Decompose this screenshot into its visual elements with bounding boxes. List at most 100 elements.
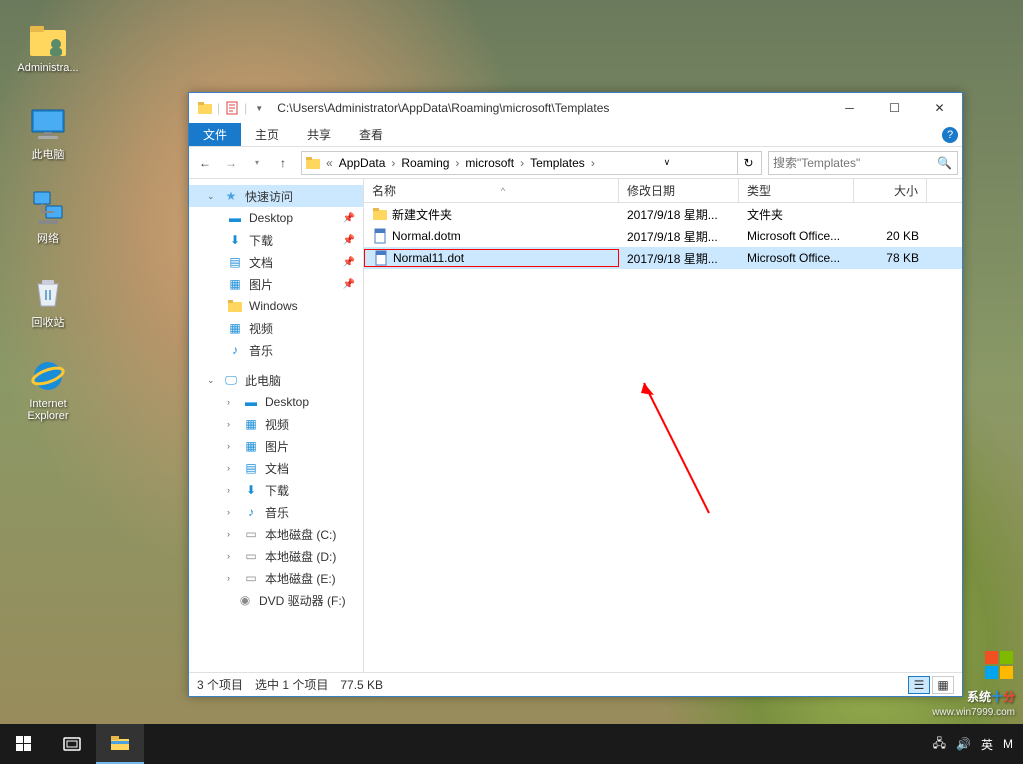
sidebar-item-documents[interactable]: ▤文档📌 [189,251,363,273]
tab-home[interactable]: 主页 [241,123,293,146]
collapse-icon[interactable]: ⌄ [207,191,217,202]
search-icon[interactable]: 🔍 [937,156,953,170]
sidebar-item-dvd[interactable]: ◉DVD 驱动器 (F:) [189,589,363,611]
expand-icon[interactable]: › [227,463,237,473]
file-date: 2017/9/18 星期... [619,250,739,267]
sidebar-item-downloads[interactable]: ›⬇下载 [189,479,363,501]
sidebar-item-windows[interactable]: Windows [189,295,363,317]
tab-share[interactable]: 共享 [293,123,345,146]
tray-volume-icon[interactable]: 🔊 [956,737,971,751]
column-size[interactable]: 大小 [854,179,927,202]
start-button[interactable] [0,724,48,764]
chevron-right-icon[interactable]: › [453,156,461,170]
expand-icon[interactable]: › [227,397,237,407]
desktop-icon-this-pc[interactable]: 此电脑 [10,104,86,174]
system-tray[interactable]: 🖧 🔊 英 M [933,734,1023,755]
pictures-icon: ▦ [227,276,243,292]
sidebar-item-disk-d[interactable]: ›▭本地磁盘 (D:) [189,545,363,567]
download-icon: ⬇ [227,232,243,248]
address-bar: ← → ▾ ↑ « AppData › Roaming › microsoft … [189,147,962,179]
file-row-dotm[interactable]: Normal.dotm 2017/9/18 星期... Microsoft Of… [364,225,962,247]
sidebar-this-pc[interactable]: ⌄ 🖵 此电脑 [189,369,363,391]
monitor-icon: 🖵 [223,372,239,388]
breadcrumb-seg[interactable]: Templates [526,156,589,170]
chevron-right-icon[interactable]: › [518,156,526,170]
column-name[interactable]: 名称^ [364,179,619,202]
desktop-icon-recycle-bin[interactable]: 回收站 [10,272,86,342]
collapse-icon[interactable]: ⌄ [207,375,217,386]
breadcrumb-seg[interactable]: microsoft [461,156,518,170]
expand-icon[interactable]: › [227,529,237,539]
sidebar-item-pictures[interactable]: ▦图片📌 [189,273,363,295]
close-button[interactable]: ✕ [917,93,962,123]
expand-icon[interactable]: › [227,441,237,451]
desktop-icon-network[interactable]: 网络 [10,188,86,258]
sidebar-item-disk-e[interactable]: ›▭本地磁盘 (E:) [189,567,363,589]
explorer-window: | | ▼ C:\Users\Administrator\AppData\Roa… [188,92,963,697]
desktop-icon-ie[interactable]: Internet Explorer [10,356,86,426]
back-button[interactable]: ← [193,151,217,175]
drive-icon: ▭ [243,548,259,564]
navigation-pane[interactable]: ⌄ ★ 快速访问 ▬Desktop📌 ⬇下载📌 ▤文档📌 ▦图片📌 Window… [189,179,364,672]
expand-icon[interactable]: › [227,485,237,495]
file-row-folder[interactable]: 新建文件夹 2017/9/18 星期... 文件夹 [364,203,962,225]
chevron-right-icon[interactable]: › [589,156,597,170]
sidebar-item-videos[interactable]: ›▦视频 [189,413,363,435]
status-selection-size: 77.5 KB [340,678,383,692]
file-rows[interactable]: 新建文件夹 2017/9/18 星期... 文件夹 Normal.dotm 20… [364,203,962,672]
word-template-icon [373,250,389,266]
minimize-button[interactable]: ─ [827,93,872,123]
qat-properties-icon[interactable] [222,98,242,118]
qat-dropdown-icon[interactable]: ▼ [249,98,269,118]
column-type[interactable]: 类型 [739,179,854,202]
addressbar-dropdown[interactable]: ∨ [656,152,678,174]
forward-button[interactable]: → [219,151,243,175]
tray-network-icon[interactable]: 🖧 [933,734,946,755]
tray-ime-mode[interactable]: M [1003,737,1013,751]
desktop-icon-administrator[interactable]: Administra... [10,20,86,90]
status-selection: 选中 1 个项目 [255,676,328,693]
titlebar[interactable]: | | ▼ C:\Users\Administrator\AppData\Roa… [189,93,962,123]
sidebar-item-disk-c[interactable]: ›▭本地磁盘 (C:) [189,523,363,545]
breadcrumb[interactable]: « AppData › Roaming › microsoft › Templa… [301,151,762,175]
taskbar[interactable]: 🖧 🔊 英 M [0,724,1023,764]
sidebar-item-music[interactable]: ♪音乐 [189,339,363,361]
sidebar-item-documents[interactable]: ›▤文档 [189,457,363,479]
expand-icon[interactable]: › [227,551,237,561]
drive-icon: ▭ [243,526,259,542]
breadcrumb-seg[interactable]: AppData [335,156,390,170]
search-box[interactable]: 🔍 [768,151,958,175]
status-bar: 3 个项目 选中 1 个项目 77.5 KB ☰ ▦ [189,672,962,696]
download-icon: ⬇ [243,482,259,498]
sidebar-item-desktop[interactable]: ›▬Desktop [189,391,363,413]
task-view-button[interactable] [48,724,96,764]
refresh-button[interactable]: ↻ [737,152,759,174]
overflow-chevron[interactable]: « [324,156,335,170]
sidebar-item-videos[interactable]: ▦视频 [189,317,363,339]
help-button[interactable]: ? [938,123,962,146]
up-button[interactable]: ↑ [271,151,295,175]
breadcrumb-seg[interactable]: Roaming [397,156,453,170]
tab-file[interactable]: 文件 [189,123,241,146]
maximize-button[interactable]: ☐ [872,93,917,123]
expand-icon[interactable]: › [227,507,237,517]
tab-view[interactable]: 查看 [345,123,397,146]
document-icon: ▤ [227,254,243,270]
search-input[interactable] [773,156,937,170]
sidebar-item-downloads[interactable]: ⬇下载📌 [189,229,363,251]
expand-icon[interactable]: › [227,419,237,429]
details-view-button[interactable]: ☰ [908,676,930,694]
sidebar-item-pictures[interactable]: ›▦图片 [189,435,363,457]
recent-dropdown[interactable]: ▾ [245,151,269,175]
expand-icon[interactable]: › [227,573,237,583]
sidebar-quick-access[interactable]: ⌄ ★ 快速访问 [189,185,363,207]
tray-ime-lang[interactable]: 英 [981,736,993,753]
file-row-dot[interactable]: Normal11.dot 2017/9/18 星期... Microsoft O… [364,247,962,269]
desktop-icons: Administra... 此电脑 网络 回收站 Internet Explor… [10,20,90,440]
pin-icon: 📌 [343,257,355,268]
chevron-right-icon[interactable]: › [389,156,397,170]
sidebar-item-music[interactable]: ›♪音乐 [189,501,363,523]
taskbar-explorer[interactable] [96,724,144,764]
column-date[interactable]: 修改日期 [619,179,739,202]
sidebar-item-desktop[interactable]: ▬Desktop📌 [189,207,363,229]
